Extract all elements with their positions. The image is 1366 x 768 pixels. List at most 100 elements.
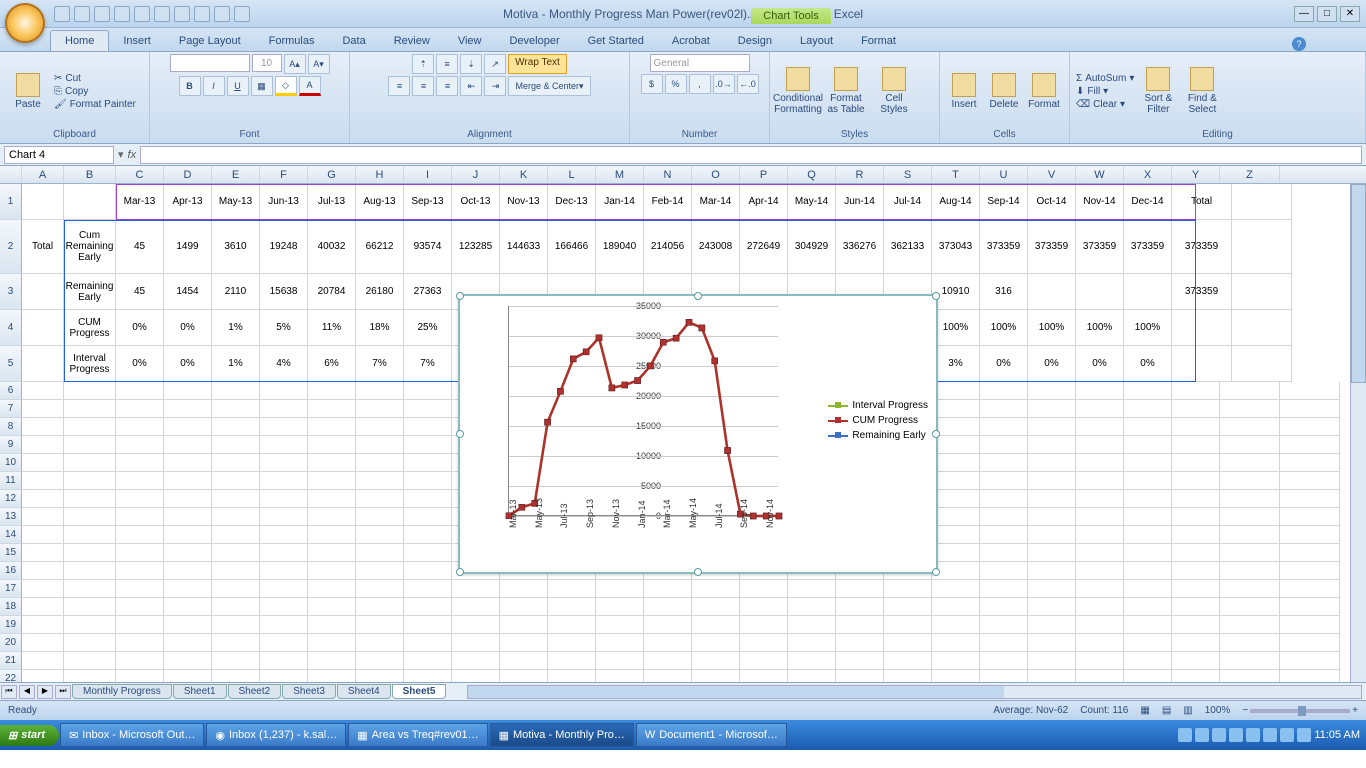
taskbar-item-active[interactable]: ▦Motiva - Monthly Pro… — [490, 723, 634, 747]
cell[interactable]: Jan-14 — [596, 184, 644, 220]
cell[interactable] — [1280, 652, 1340, 670]
cell[interactable] — [404, 670, 452, 682]
cell[interactable] — [1028, 634, 1076, 652]
cell[interactable] — [404, 400, 452, 418]
cell[interactable] — [1280, 508, 1340, 526]
tab-home[interactable]: Home — [50, 30, 109, 51]
minimize-button[interactable]: — — [1294, 6, 1314, 22]
cell[interactable] — [596, 652, 644, 670]
cell[interactable] — [116, 634, 164, 652]
align-left-button[interactable]: ≡ — [388, 76, 410, 96]
cell[interactable] — [64, 400, 116, 418]
cell[interactable] — [22, 562, 64, 580]
cell[interactable]: 3% — [932, 346, 980, 382]
inc-decimal-button[interactable]: .0→ — [713, 74, 735, 94]
cell[interactable] — [404, 598, 452, 616]
dec-decimal-button[interactable]: ←.0 — [737, 74, 759, 94]
cell[interactable] — [64, 580, 116, 598]
cell[interactable] — [22, 310, 64, 346]
cell[interactable] — [260, 454, 308, 472]
row-header[interactable]: 6 — [0, 382, 22, 400]
cell[interactable] — [1076, 526, 1124, 544]
row-header[interactable]: 4 — [0, 310, 22, 346]
row-header[interactable]: 11 — [0, 472, 22, 490]
cell[interactable]: Mar-14 — [692, 184, 740, 220]
cell[interactable] — [692, 670, 740, 682]
cell[interactable]: 18% — [356, 310, 404, 346]
column-header[interactable]: K — [500, 166, 548, 183]
help-icon[interactable]: ? — [1292, 37, 1306, 51]
cell[interactable] — [788, 652, 836, 670]
cell[interactable] — [308, 454, 356, 472]
cell[interactable] — [1124, 274, 1172, 310]
cell[interactable] — [1280, 598, 1340, 616]
cell[interactable] — [1220, 670, 1280, 682]
system-tray[interactable]: 11:05 AM — [1172, 728, 1366, 742]
cell[interactable] — [1028, 454, 1076, 472]
cell[interactable] — [692, 652, 740, 670]
cell[interactable] — [260, 382, 308, 400]
cell[interactable] — [308, 580, 356, 598]
column-header[interactable]: T — [932, 166, 980, 183]
cell[interactable] — [692, 598, 740, 616]
cell[interactable] — [308, 490, 356, 508]
cell[interactable] — [22, 418, 64, 436]
cell[interactable] — [1028, 508, 1076, 526]
cell[interactable]: 0% — [164, 310, 212, 346]
cell[interactable] — [356, 652, 404, 670]
format-as-table-button[interactable]: Format as Table — [824, 58, 868, 124]
cell[interactable] — [980, 544, 1028, 562]
qat-icon[interactable] — [234, 6, 250, 22]
cell[interactable]: Remaining Early — [64, 274, 116, 310]
find-select-button[interactable]: Find & Select — [1182, 58, 1222, 124]
cell[interactable] — [164, 526, 212, 544]
format-painter-button[interactable]: 🖌Format Painter — [54, 99, 136, 110]
cell[interactable] — [980, 400, 1028, 418]
cell[interactable] — [116, 544, 164, 562]
cell[interactable] — [596, 580, 644, 598]
cell[interactable] — [1076, 418, 1124, 436]
cell[interactable] — [64, 508, 116, 526]
cell[interactable] — [836, 652, 884, 670]
align-top-button[interactable]: ⇡ — [412, 54, 434, 74]
cell[interactable]: Dec-13 — [548, 184, 596, 220]
cell[interactable] — [1280, 580, 1340, 598]
cell[interactable] — [1220, 418, 1280, 436]
cell[interactable]: 373359 — [1076, 220, 1124, 274]
cell[interactable] — [308, 526, 356, 544]
cell[interactable] — [308, 436, 356, 454]
cell[interactable] — [260, 670, 308, 682]
cell[interactable] — [22, 184, 64, 220]
cell[interactable]: 243008 — [692, 220, 740, 274]
cell[interactable] — [1076, 670, 1124, 682]
row-header[interactable]: 12 — [0, 490, 22, 508]
cell[interactable] — [932, 526, 980, 544]
column-header[interactable]: Q — [788, 166, 836, 183]
cell[interactable] — [308, 544, 356, 562]
cell[interactable] — [212, 670, 260, 682]
cell[interactable] — [260, 418, 308, 436]
cell[interactable] — [548, 580, 596, 598]
cell[interactable] — [64, 652, 116, 670]
column-header[interactable]: M — [596, 166, 644, 183]
cell[interactable] — [932, 652, 980, 670]
cell[interactable] — [22, 616, 64, 634]
row-header[interactable]: 14 — [0, 526, 22, 544]
cell[interactable]: Aug-13 — [356, 184, 404, 220]
format-cells-button[interactable]: Format — [1026, 58, 1062, 124]
cell[interactable] — [1220, 598, 1280, 616]
cell[interactable] — [116, 616, 164, 634]
cell[interactable] — [1076, 562, 1124, 580]
cell[interactable] — [22, 598, 64, 616]
save-icon[interactable] — [54, 6, 70, 22]
column-header[interactable]: P — [740, 166, 788, 183]
cell[interactable] — [308, 508, 356, 526]
align-bottom-button[interactable]: ⇣ — [460, 54, 482, 74]
cell[interactable] — [1280, 490, 1340, 508]
cell[interactable] — [452, 580, 500, 598]
column-header[interactable]: O — [692, 166, 740, 183]
conditional-formatting-button[interactable]: Conditional Formatting — [776, 58, 820, 124]
delete-cells-button[interactable]: Delete — [986, 58, 1022, 124]
qat-icon[interactable] — [194, 6, 210, 22]
tab-page-layout[interactable]: Page Layout — [165, 31, 255, 51]
